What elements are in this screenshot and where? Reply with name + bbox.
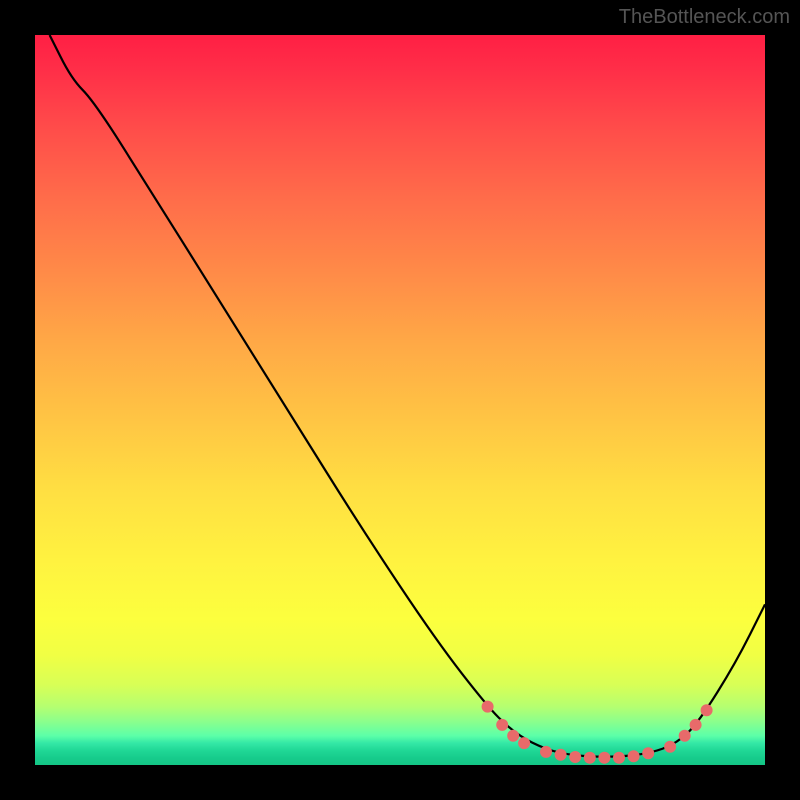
plot-area <box>35 35 765 765</box>
curve-marker <box>540 746 552 758</box>
curve-marker <box>507 730 519 742</box>
curve-marker <box>701 704 713 716</box>
curve-marker <box>690 719 702 731</box>
watermark-text: TheBottleneck.com <box>619 6 790 29</box>
bottleneck-curve <box>50 35 765 757</box>
curve-marker <box>598 752 610 764</box>
curve-marker <box>679 730 691 742</box>
curve-marker <box>569 751 581 763</box>
curve-marker <box>642 747 654 759</box>
curve-marker <box>482 701 494 713</box>
curve-marker <box>613 752 625 764</box>
chart-svg <box>35 35 765 765</box>
curve-marker <box>555 749 567 761</box>
curve-marker <box>664 741 676 753</box>
curve-marker <box>518 737 530 749</box>
curve-markers <box>482 701 713 764</box>
curve-marker <box>628 750 640 762</box>
curve-marker <box>496 719 508 731</box>
curve-marker <box>584 752 596 764</box>
